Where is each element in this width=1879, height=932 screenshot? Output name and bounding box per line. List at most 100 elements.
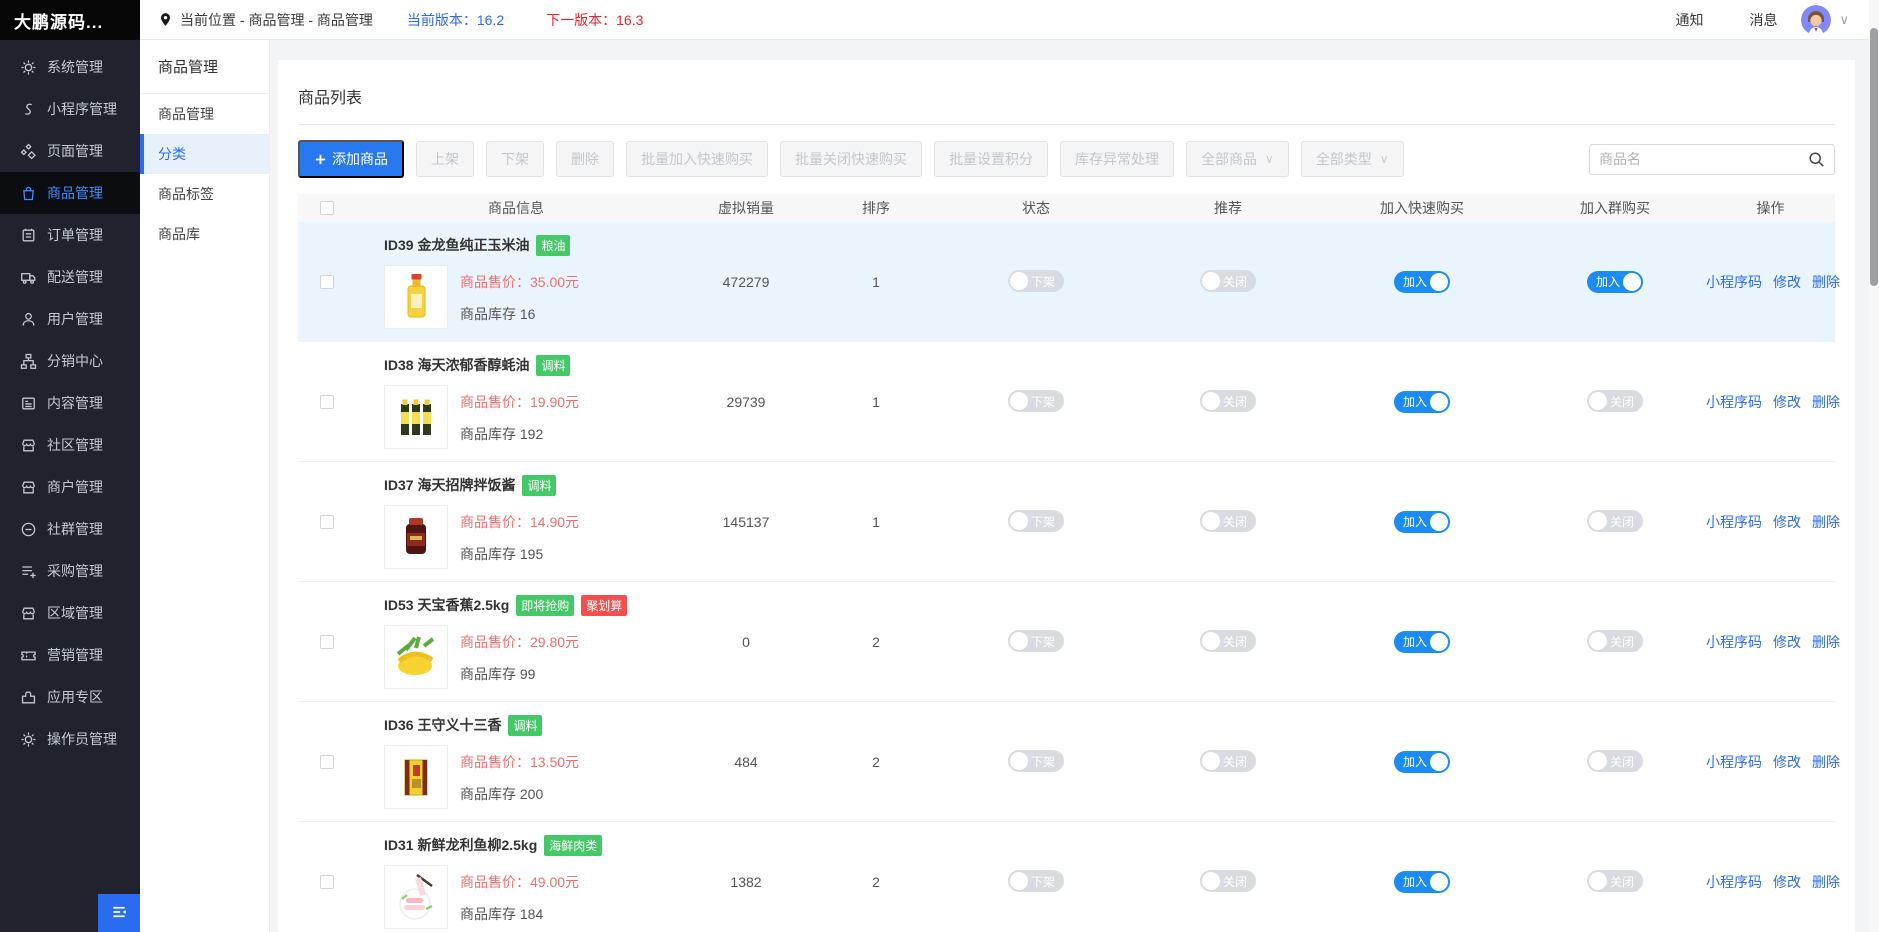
- sidebar-collapse-button[interactable]: [98, 894, 140, 932]
- toolbar-action-button-4[interactable]: 批量加入快速购买: [626, 141, 768, 177]
- recommend-toggle[interactable]: 关闭: [1200, 510, 1256, 532]
- recommend-toggle[interactable]: 关闭: [1200, 750, 1256, 772]
- row-checkbox[interactable]: [320, 635, 334, 649]
- quick-buy-toggle[interactable]: 加入: [1394, 511, 1450, 533]
- recommend-toggle[interactable]: 关闭: [1200, 630, 1256, 652]
- message-link[interactable]: 消息: [1749, 10, 1777, 30]
- submenu-item-4[interactable]: 商品库: [140, 214, 269, 254]
- notice-link[interactable]: 通知: [1675, 10, 1703, 30]
- sidebar-item-14[interactable]: 区域管理: [0, 592, 140, 634]
- status-toggle[interactable]: 下架: [1008, 870, 1064, 892]
- chevron-down-icon[interactable]: ∨: [1839, 12, 1849, 28]
- action-link-edit[interactable]: 修改: [1773, 512, 1801, 532]
- product-image[interactable]: [384, 505, 448, 569]
- product-image[interactable]: [384, 745, 448, 809]
- status-toggle[interactable]: 下架: [1008, 510, 1064, 532]
- group-buy-toggle[interactable]: 关闭: [1587, 750, 1643, 772]
- group-buy-toggle[interactable]: 关闭: [1587, 510, 1643, 532]
- toolbar-filter-dropdown-2[interactable]: 全部类型∨: [1301, 141, 1404, 177]
- product-image[interactable]: [384, 865, 448, 929]
- group-buy-toggle[interactable]: 关闭: [1587, 870, 1643, 892]
- group-buy-toggle[interactable]: 加入: [1587, 271, 1643, 293]
- toolbar-action-button-7[interactable]: 库存异常处理: [1060, 141, 1174, 177]
- sidebar-item-15[interactable]: 营销管理: [0, 634, 140, 676]
- row-checkbox[interactable]: [320, 395, 334, 409]
- action-link-delete[interactable]: 删除: [1812, 512, 1840, 532]
- status-toggle[interactable]: 下架: [1008, 270, 1064, 292]
- action-link-edit[interactable]: 修改: [1773, 752, 1801, 772]
- page-scrollbar[interactable]: [1869, 0, 1879, 932]
- toolbar-action-button-3[interactable]: 删除: [556, 141, 614, 177]
- sidebar-item-13[interactable]: 采购管理: [0, 550, 140, 592]
- row-checkbox[interactable]: [320, 275, 334, 289]
- toolbar-action-button-5[interactable]: 批量关闭快速购买: [780, 141, 922, 177]
- action-link-edit[interactable]: 修改: [1773, 392, 1801, 412]
- row-checkbox[interactable]: [320, 755, 334, 769]
- group-buy-toggle[interactable]: 关闭: [1587, 390, 1643, 412]
- quick-buy-toggle[interactable]: 加入: [1394, 871, 1450, 893]
- action-link-edit[interactable]: 修改: [1773, 272, 1801, 292]
- sidebar-item-5[interactable]: 订单管理: [0, 214, 140, 256]
- sidebar-item-11[interactable]: 商户管理: [0, 466, 140, 508]
- product-image[interactable]: [384, 385, 448, 449]
- sidebar-item-2[interactable]: 小程序管理: [0, 88, 140, 130]
- toolbar-filter-dropdown-1[interactable]: 全部商品∨: [1186, 141, 1289, 177]
- product-image[interactable]: [384, 625, 448, 689]
- action-link-delete[interactable]: 删除: [1812, 632, 1840, 652]
- action-link-delete[interactable]: 删除: [1812, 272, 1840, 292]
- sidebar-item-12[interactable]: 社群管理: [0, 508, 140, 550]
- sidebar-item-1[interactable]: 系统管理: [0, 46, 140, 88]
- user-avatar[interactable]: [1801, 5, 1831, 35]
- circle-minus-icon: [20, 521, 37, 538]
- sidebar-item-4[interactable]: 商品管理: [0, 172, 140, 214]
- submenu-item-2[interactable]: 分类: [140, 134, 269, 174]
- search-icon[interactable]: [1808, 151, 1825, 168]
- quick-buy-toggle[interactable]: 加入: [1394, 271, 1450, 293]
- select-all-checkbox[interactable]: [320, 201, 334, 215]
- action-link-delete[interactable]: 删除: [1812, 872, 1840, 892]
- toolbar-action-button-2[interactable]: 下架: [486, 141, 544, 177]
- recommend-toggle[interactable]: 关闭: [1200, 870, 1256, 892]
- sidebar-item-17[interactable]: 操作员管理: [0, 718, 140, 760]
- scrollbar-thumb[interactable]: [1870, 28, 1878, 286]
- sidebar-item-16[interactable]: 应用专区: [0, 676, 140, 718]
- sidebar-item-7[interactable]: 用户管理: [0, 298, 140, 340]
- action-link-delete[interactable]: 删除: [1812, 392, 1840, 412]
- store-icon: [20, 437, 37, 454]
- sidebar-item-3[interactable]: 页面管理: [0, 130, 140, 172]
- action-link-miniprogram-code[interactable]: 小程序码: [1706, 752, 1762, 772]
- submenu-item-3[interactable]: 商品标签: [140, 174, 269, 214]
- recommend-toggle[interactable]: 关闭: [1200, 390, 1256, 412]
- action-link-miniprogram-code[interactable]: 小程序码: [1706, 272, 1762, 292]
- search-input[interactable]: [1599, 151, 1808, 167]
- toggle-knob: [1589, 632, 1607, 650]
- recommend-toggle[interactable]: 关闭: [1200, 270, 1256, 292]
- quick-buy-toggle[interactable]: 加入: [1394, 751, 1450, 773]
- sidebar-item-10[interactable]: 社区管理: [0, 424, 140, 466]
- toolbar-action-button-1[interactable]: 上架: [416, 141, 474, 177]
- status-toggle[interactable]: 下架: [1008, 750, 1064, 772]
- submenu-item-1[interactable]: 商品管理: [140, 94, 269, 134]
- group-buy-toggle[interactable]: 关闭: [1587, 630, 1643, 652]
- action-link-miniprogram-code[interactable]: 小程序码: [1706, 632, 1762, 652]
- toggle-knob: [1202, 272, 1220, 290]
- action-link-edit[interactable]: 修改: [1773, 632, 1801, 652]
- action-link-miniprogram-code[interactable]: 小程序码: [1706, 872, 1762, 892]
- sidebar-item-6[interactable]: 配送管理: [0, 256, 140, 298]
- toolbar-action-button-6[interactable]: 批量设置积分: [934, 141, 1048, 177]
- quick-buy-toggle[interactable]: 加入: [1394, 391, 1450, 413]
- status-toggle[interactable]: 下架: [1008, 390, 1064, 412]
- quick-buy-toggle[interactable]: 加入: [1394, 631, 1450, 653]
- action-link-delete[interactable]: 删除: [1812, 752, 1840, 772]
- sidebar-item-9[interactable]: 内容管理: [0, 382, 140, 424]
- action-link-edit[interactable]: 修改: [1773, 872, 1801, 892]
- sidebar-item-8[interactable]: 分销中心: [0, 340, 140, 382]
- action-link-miniprogram-code[interactable]: 小程序码: [1706, 392, 1762, 412]
- status-toggle[interactable]: 下架: [1008, 630, 1064, 652]
- goods-bag-icon: [20, 185, 37, 202]
- product-image[interactable]: [384, 265, 448, 329]
- add-product-button[interactable]: 添加商品: [298, 140, 404, 178]
- row-checkbox[interactable]: [320, 875, 334, 889]
- row-checkbox[interactable]: [320, 515, 334, 529]
- action-link-miniprogram-code[interactable]: 小程序码: [1706, 512, 1762, 532]
